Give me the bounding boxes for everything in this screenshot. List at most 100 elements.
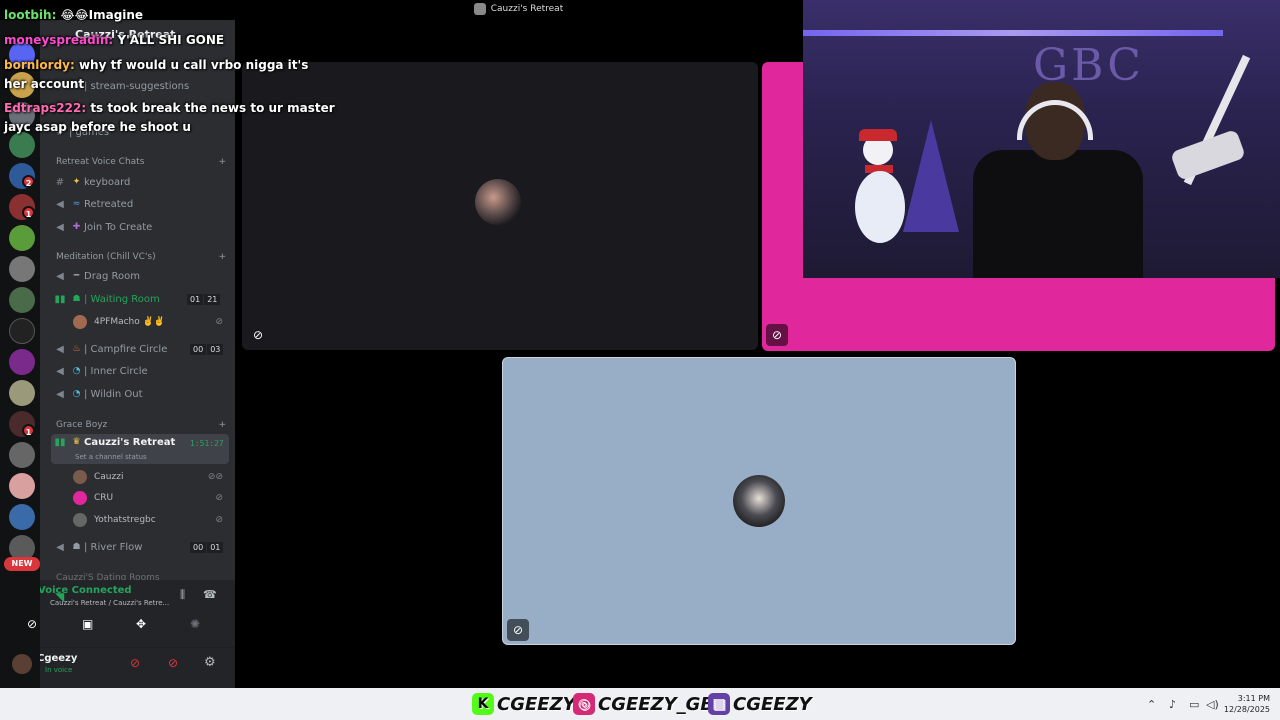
christmas-tree (903, 120, 959, 232)
chat-message: bornlordy: why tf would u call vrbo nigg… (4, 58, 308, 72)
chat-user: lootbih: (4, 8, 57, 22)
channel-status[interactable]: Set a channel status (75, 453, 147, 461)
channel-inner-circle[interactable]: ◀ ◔ | Inner Circle (51, 361, 229, 381)
channel-label: Cauzzi's Retreat (84, 437, 176, 448)
participant-avatar (475, 179, 521, 225)
volume-icon[interactable]: ◁) (1206, 698, 1219, 711)
server-icon[interactable] (9, 349, 35, 375)
user-limit-counter: 00 03 (190, 344, 224, 355)
camera-off-icon[interactable]: ⊘ (27, 617, 37, 631)
muted-icon: ⊘ (766, 324, 788, 346)
chat-message: moneyspreadin: Y'ALL SHI GONE (4, 33, 224, 47)
kick-icon: K (472, 693, 494, 715)
chat-text: ts took break the news to ur master (90, 101, 335, 115)
chevron-up-icon[interactable]: ⌃ (1147, 698, 1156, 711)
chat-text: Y'ALL SHI GONE (117, 33, 225, 47)
voice-user-name: Cauzzi (94, 472, 124, 482)
channel-label: | stream-suggestions (84, 80, 190, 92)
server-icon[interactable] (9, 504, 35, 530)
channel-label: | Wildin Out (84, 388, 143, 400)
participant-avatar (733, 475, 785, 527)
activities-icon[interactable]: ✥ (136, 617, 146, 631)
server-icon[interactable] (9, 318, 35, 344)
speaker-icon: ◀ (56, 270, 64, 282)
disconnect-icon[interactable]: ☎ (203, 588, 217, 601)
headphones-muted-icon[interactable]: ⊘ (168, 656, 178, 670)
taskbar: K CGEEZY ◎ CGEEZY_GBC ▤ CGEEZY ⌃ ♪ ▭ ◁) … (0, 688, 1280, 720)
microphone-arm (1169, 50, 1280, 200)
snowman-decoration (853, 129, 907, 245)
server-icon[interactable] (9, 132, 35, 158)
clock-date: 12/28/2025 (1223, 705, 1270, 714)
user-limit-counter: 00 01 (190, 542, 224, 553)
category-label: Grace Boyz (56, 420, 108, 430)
channel-drag-room[interactable]: ◀ ━ Drag Room (51, 266, 229, 286)
add-channel-icon[interactable]: + (218, 420, 226, 430)
window-title: Cauzzi's Retreat (490, 4, 564, 14)
server-icon[interactable] (9, 256, 35, 282)
twitch-icon: ▤ (708, 693, 730, 715)
chat-message: Edtraps222: ts took break the news to ur… (4, 101, 335, 115)
channel-join-to-create[interactable]: ◀ ✚ Join To Create (51, 217, 229, 237)
crown-icon: ♛ (72, 437, 81, 447)
voice-location[interactable]: Cauzzi's Retreat / Cauzzi's Retre... (50, 599, 169, 607)
muted-icon: ⊘⊘ (207, 472, 223, 482)
category-meditation[interactable]: Meditation (Chill VC's) + (56, 252, 226, 262)
add-channel-icon[interactable]: + (218, 157, 226, 167)
category-grace-boyz[interactable]: Grace Boyz + (56, 420, 226, 430)
people-icon: ☗ (72, 542, 81, 552)
channel-retreated[interactable]: ◀ ≈ Retreated (51, 194, 229, 214)
server-avatar (473, 3, 486, 15)
new-badge[interactable]: NEW (4, 557, 40, 571)
system-clock[interactable]: 3:11 PM 12/28/2025 (1224, 693, 1270, 715)
voice-user[interactable]: Yothatstregbc ⊘ (73, 510, 223, 530)
call-timer: 1:51:27 (190, 439, 224, 448)
server-icon[interactable] (9, 473, 35, 499)
mic-muted-icon[interactable]: ⊘ (130, 656, 140, 670)
server-icon[interactable] (9, 380, 35, 406)
chat-message: jayc asap before he shoot u (4, 120, 191, 134)
voice-status[interactable]: Voice Connected (40, 585, 132, 596)
display-icon[interactable]: ▭ (1189, 698, 1199, 711)
screen-share-icon[interactable]: ▣ (82, 617, 93, 631)
speaker-icon: ◀ (56, 198, 64, 210)
server-icon[interactable] (9, 225, 35, 251)
channel-label: | River Flow (84, 541, 143, 553)
chat-text: her account (4, 77, 85, 91)
user-panel: Cgeezy In voice ⊘ ⊘ ⚙ (40, 648, 235, 688)
user-avatar[interactable] (12, 654, 32, 674)
speaker-icon: ◀ (56, 343, 64, 355)
settings-gear-icon[interactable]: ⚙ (204, 655, 216, 670)
channel-keyboard[interactable]: # ✦ keyboard (51, 172, 229, 192)
participant-tile[interactable]: ⊘ (502, 357, 1016, 645)
speaker-icon: ◀ (56, 541, 64, 553)
dash-icon: ━ (73, 271, 80, 281)
user-status: In voice (45, 666, 73, 674)
soundboard-icon[interactable]: ✺ (190, 617, 200, 631)
led-strip (803, 30, 1223, 36)
server-icon[interactable] (9, 287, 35, 313)
user-limit-counter: 01 21 (187, 294, 221, 305)
channel-wildin-out[interactable]: ◀ ◔ | Wildin Out (51, 384, 229, 404)
window-titlebar: Cauzzi's Retreat (235, 0, 802, 18)
voice-user-name: CRU (94, 493, 114, 503)
server-icon[interactable] (9, 442, 35, 468)
noise-suppression-icon[interactable]: ⫼ (180, 588, 185, 602)
add-channel-icon[interactable]: + (218, 252, 226, 262)
hashtag-icon: # (55, 176, 65, 188)
avatar (73, 491, 87, 505)
voice-user[interactable]: 4PFMacho ✌️✌️ ⊘ (73, 312, 223, 332)
speaker-icon: ◀ (56, 221, 64, 233)
microphone-icon[interactable]: ♪ (1169, 698, 1176, 711)
muted-icon: ⊘ (507, 619, 529, 641)
voice-user[interactable]: CRU ⊘ (73, 488, 223, 508)
chat-user: bornlordy: (4, 58, 75, 72)
avatar (73, 513, 87, 527)
channel-label: Join To Create (84, 221, 153, 233)
avatar (73, 470, 87, 484)
voice-user[interactable]: Cauzzi ⊘⊘ (73, 467, 223, 487)
category-retreat-voice-chats[interactable]: Retreat Voice Chats + (56, 157, 226, 167)
user-name[interactable]: Cgeezy (40, 653, 77, 664)
chat-user: Edtraps222: (4, 101, 87, 115)
muted-icon: ⊘ (215, 515, 223, 525)
